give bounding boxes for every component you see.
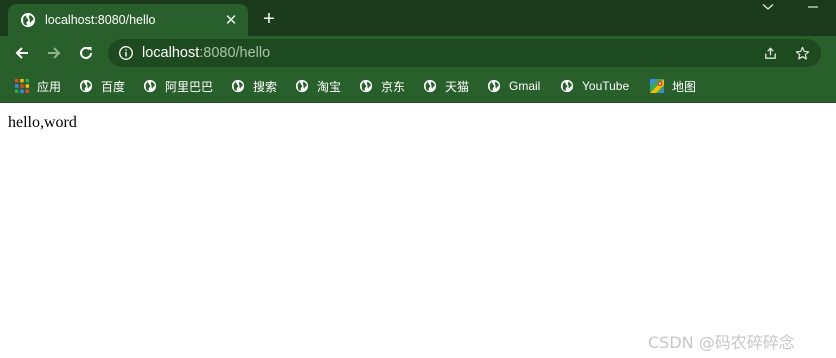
bookmark-label: 百度: [101, 79, 126, 94]
chevron-down-icon: [762, 4, 774, 10]
bookmark-apps[interactable]: 应用: [15, 77, 61, 95]
bookmark-label: 淘宝: [317, 79, 342, 94]
bookmark-label: YouTube: [582, 79, 630, 93]
bookmark-alibaba[interactable]: 阿里巴巴: [143, 77, 213, 95]
globe-icon: [79, 79, 93, 93]
url-text[interactable]: localhost:8080/hello: [142, 45, 270, 61]
globe-icon: [423, 79, 437, 93]
tab-active[interactable]: localhost:8080/hello ✕: [8, 4, 248, 36]
apps-grid-icon: [15, 79, 29, 93]
bookmark-maps[interactable]: 地图: [650, 77, 696, 95]
bookmark-label: 地图: [672, 79, 697, 94]
bookmark-label: 京东: [381, 79, 406, 94]
bookmark-label: Gmail: [509, 79, 541, 93]
reload-button[interactable]: [74, 41, 98, 65]
bookmark-baidu[interactable]: 百度: [79, 77, 125, 95]
bookmark-star-button[interactable]: [794, 45, 810, 61]
bookmark-youtube[interactable]: YouTube: [560, 77, 629, 95]
new-tab-button[interactable]: +: [258, 8, 280, 30]
share-icon: [764, 46, 776, 59]
url-host: localhost: [142, 45, 200, 61]
bookmarks-bar: 应用 百度 阿里巴巴 搜索 淘宝 京东 天猫 Gmail YouTube 地图: [0, 70, 836, 103]
forward-arrow-icon: [48, 47, 61, 59]
bookmark-label: 搜索: [253, 79, 278, 94]
tab-strip: localhost:8080/hello ✕ +: [0, 0, 836, 36]
globe-icon: [231, 79, 245, 93]
watermark: CSDN @码农碎碎念: [648, 333, 795, 352]
share-button[interactable]: [762, 45, 778, 61]
bookmark-jd[interactable]: 京东: [359, 77, 405, 95]
bookmark-tmall[interactable]: 天猫: [423, 77, 469, 95]
forward-button[interactable]: [42, 41, 66, 65]
tab-close-button[interactable]: ✕: [222, 11, 240, 29]
tab-search-button[interactable]: [752, 0, 784, 14]
minimize-button[interactable]: [797, 0, 829, 14]
globe-icon: [359, 79, 373, 93]
globe-icon: [21, 13, 35, 27]
bookmark-label: 天猫: [445, 79, 470, 94]
bookmark-label: 阿里巴巴: [165, 79, 214, 94]
minimize-icon: [808, 6, 818, 8]
bookmark-label: 应用: [37, 79, 62, 94]
maps-icon: [650, 79, 664, 93]
tab-title: localhost:8080/hello: [45, 13, 156, 27]
url-path: :8080/hello: [199, 45, 271, 61]
globe-icon: [487, 79, 501, 93]
back-button[interactable]: [10, 41, 34, 65]
reload-icon: [80, 46, 92, 59]
back-arrow-icon: [15, 47, 28, 59]
bookmark-gmail[interactable]: Gmail: [487, 77, 540, 95]
info-icon[interactable]: [118, 45, 134, 61]
globe-icon: [295, 79, 309, 93]
address-bar[interactable]: localhost:8080/hello: [108, 39, 821, 67]
browser-toolbar: localhost:8080/hello: [0, 36, 836, 70]
globe-icon: [560, 79, 574, 93]
star-icon: [795, 46, 809, 60]
page-body-text: hello,word: [8, 114, 77, 131]
globe-icon: [143, 79, 157, 93]
bookmark-taobao[interactable]: 淘宝: [295, 77, 341, 95]
bookmark-search[interactable]: 搜索: [231, 77, 277, 95]
